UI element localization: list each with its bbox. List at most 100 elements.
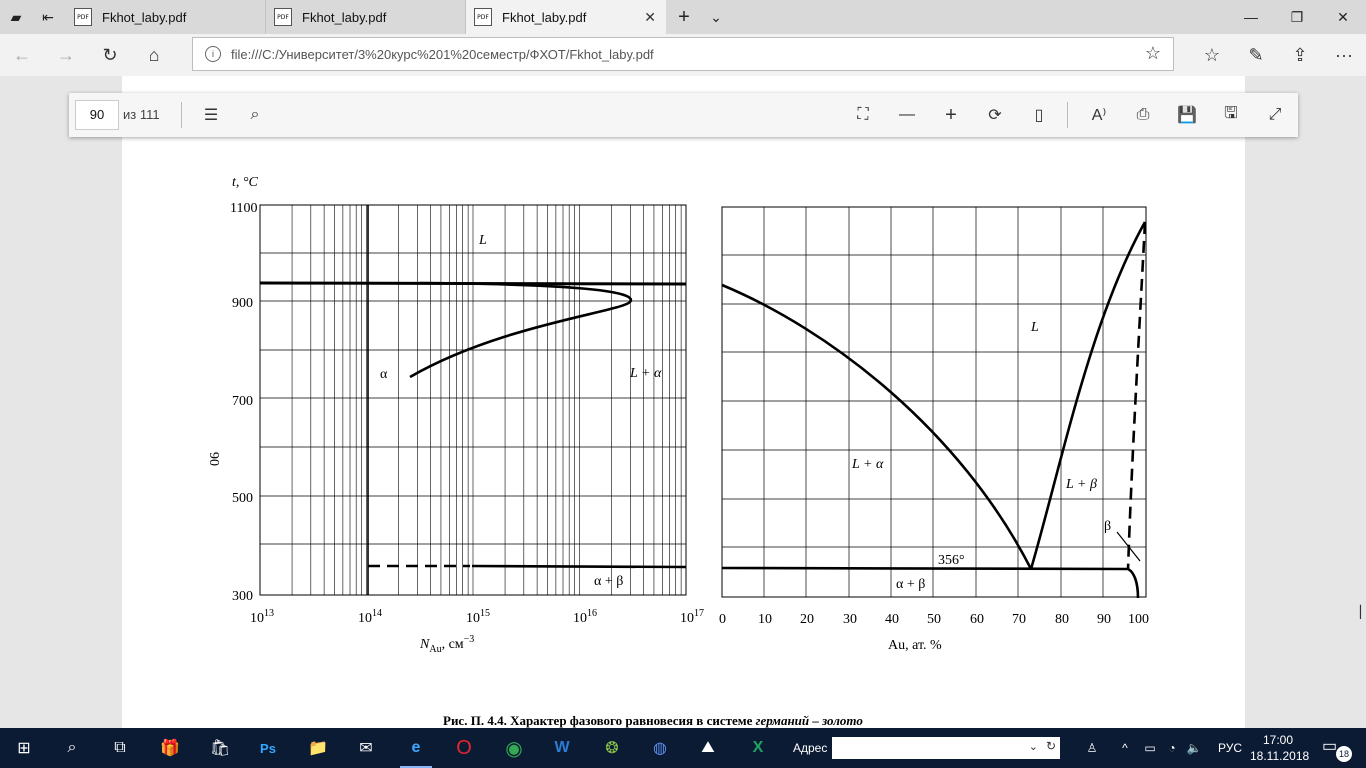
svg-text:40: 40 xyxy=(885,612,899,627)
set-aside-tabs-icon[interactable]: ▰ xyxy=(0,0,32,34)
battery-icon[interactable]: ▭ xyxy=(1140,728,1160,768)
url-text: file:///C:/Университет/3%20курс%201%20се… xyxy=(231,47,654,62)
photoshop-icon[interactable]: Ps xyxy=(244,728,292,768)
right-x-ticks: 0 10 20 30 40 50 60 70 80 90 100 xyxy=(719,612,1149,627)
search-icon[interactable]: ⌕ xyxy=(48,728,96,768)
tab-1[interactable]: PDF Fkhot_laby.pdf xyxy=(66,0,266,34)
pen-icon[interactable]: ✎ xyxy=(1236,38,1276,72)
more-icon[interactable]: ··· xyxy=(1324,38,1364,72)
right-region-alpha-beta: α + β xyxy=(896,577,925,592)
svg-text:30: 30 xyxy=(843,612,857,627)
left-region-alpha-beta: α + β xyxy=(594,574,623,589)
page-number-input[interactable]: 90 xyxy=(75,100,119,130)
read-aloud-icon[interactable]: A⁾ xyxy=(1083,99,1115,131)
pdf-viewer: t, °C 1100 900 700 500 300 06 1013 1014 … xyxy=(0,76,1366,728)
app-leaf-icon[interactable]: ❂ xyxy=(588,728,636,768)
svg-text:100: 100 xyxy=(1128,612,1149,627)
address-field[interactable]: i file:///C:/Университет/3%20курс%201%20… xyxy=(192,37,1174,71)
notification-badge: 18 xyxy=(1336,746,1352,762)
excel-icon[interactable]: X xyxy=(734,728,782,768)
close-tab-icon[interactable]: ✕ xyxy=(644,9,656,26)
share-icon[interactable]: ⇪ xyxy=(1280,38,1320,72)
rotate-icon[interactable]: ⟳ xyxy=(979,99,1011,131)
left-y-side-label: 06 xyxy=(208,452,223,466)
right-region-L-alpha: L + α xyxy=(851,457,884,472)
x-tick-16: 1016 xyxy=(573,608,597,626)
action-center-icon[interactable]: ▭ 18 xyxy=(1322,736,1352,762)
refresh-button[interactable]: ↻ xyxy=(90,38,130,72)
svg-text:70: 70 xyxy=(1012,612,1026,627)
mail-icon[interactable]: ✉ xyxy=(342,728,390,768)
clock-date: 18.11.2018 xyxy=(1250,749,1310,763)
zoom-out-icon[interactable]: — xyxy=(891,99,923,131)
liquidus-alpha-curve xyxy=(721,283,1033,570)
chrome-icon[interactable]: ◉ xyxy=(490,728,538,768)
right-x-axis-label: Au, ат. % xyxy=(888,638,942,653)
save-icon[interactable]: 💾 xyxy=(1171,99,1203,131)
word-icon[interactable]: W xyxy=(538,728,586,768)
tab-list-chevron-icon[interactable]: ⌄ xyxy=(700,0,732,34)
messenger-icon[interactable]: ◍ xyxy=(636,728,684,768)
photos-icon[interactable]: ⛰ xyxy=(684,728,732,768)
left-x-axis-label: NAu, см−3 xyxy=(419,634,474,655)
eutectic-solid xyxy=(471,564,687,569)
toolbar-divider xyxy=(181,102,182,128)
star-icon[interactable]: ☆ xyxy=(1145,43,1161,64)
print-icon[interactable]: ⎙ xyxy=(1127,99,1159,131)
address-toolbar-input[interactable]: ⌄ ↻ xyxy=(832,737,1060,759)
info-icon[interactable]: i xyxy=(205,46,221,62)
pdf-icon: PDF xyxy=(474,8,492,26)
eutectic-temperature-label: 356° xyxy=(938,553,965,568)
solvus-curve xyxy=(409,281,633,379)
language-indicator[interactable]: РУС xyxy=(1216,728,1244,768)
left-region-alpha: α xyxy=(380,367,388,382)
favorites-icon[interactable]: ☆ xyxy=(1192,38,1232,72)
right-region-L: L xyxy=(1030,320,1039,335)
zoom-in-icon[interactable]: + xyxy=(935,99,967,131)
clock[interactable]: 17:00 18.11.2018 xyxy=(1250,732,1310,764)
home-button[interactable]: ⌂ xyxy=(134,38,174,72)
store-icon[interactable]: 🛍 xyxy=(196,728,244,768)
svg-text:60: 60 xyxy=(970,612,984,627)
left-region-L-alpha: L + α xyxy=(629,366,662,381)
close-window-button[interactable]: ✕ xyxy=(1320,0,1366,34)
pdf-icon: PDF xyxy=(274,8,292,26)
forward-button[interactable]: → xyxy=(46,38,86,72)
network-icon[interactable]: ◔ xyxy=(1162,728,1182,768)
scrollbar-handle[interactable]: ▏ xyxy=(1360,605,1366,619)
tab-2[interactable]: PDF Fkhot_laby.pdf xyxy=(266,0,466,34)
go-arrow-icon[interactable]: ↻ xyxy=(1046,739,1056,753)
pdf-icon: PDF xyxy=(74,8,92,26)
back-button[interactable]: ← xyxy=(2,38,42,72)
chevron-up-icon[interactable]: ^ xyxy=(1116,728,1134,768)
search-icon[interactable]: ⌕ xyxy=(239,99,271,131)
file-explorer-icon[interactable]: 📁 xyxy=(294,728,342,768)
fullscreen-icon[interactable]: ⤢ xyxy=(1259,99,1291,131)
edge-browser-icon[interactable]: e xyxy=(392,728,440,768)
svg-text:10: 10 xyxy=(758,612,772,627)
gift-app-icon[interactable]: 🎁 xyxy=(146,728,194,768)
contents-list-icon[interactable]: ☰ xyxy=(195,99,227,131)
page-view-icon[interactable]: ▯ xyxy=(1023,99,1055,131)
start-windows-icon[interactable]: ⊞ xyxy=(0,728,48,768)
tab-preview-icon[interactable]: ⇤ xyxy=(32,0,64,34)
tab-3-active[interactable]: PDF Fkhot_laby.pdf ✕ xyxy=(466,0,666,34)
left-y-tick-300: 300 xyxy=(232,589,253,604)
tab-title: Fkhot_laby.pdf xyxy=(302,9,387,25)
volume-icon[interactable]: 🔈 xyxy=(1184,728,1204,768)
save-as-icon[interactable]: 🖫 xyxy=(1215,99,1247,131)
new-tab-button[interactable]: + xyxy=(668,0,700,34)
svg-text:80: 80 xyxy=(1055,612,1069,627)
opera-icon[interactable]: O xyxy=(440,728,488,768)
task-view-icon[interactable]: ⧉ xyxy=(96,728,144,768)
restore-button[interactable]: ❐ xyxy=(1274,0,1320,34)
svg-text:90: 90 xyxy=(1097,612,1111,627)
fit-page-icon[interactable]: ⛶ xyxy=(847,99,879,131)
right-region-beta: β xyxy=(1104,519,1111,534)
liquidus-beta-curve xyxy=(1029,221,1147,570)
left-x-ticks: 1013 1014 1015 1016 1017 xyxy=(250,608,704,626)
chevron-down-icon[interactable]: ⌄ xyxy=(1029,740,1038,753)
left-y-axis-label: t, °C xyxy=(232,175,258,190)
people-icon[interactable]: ♙ xyxy=(1080,728,1104,768)
minimize-button[interactable]: — xyxy=(1228,0,1274,34)
